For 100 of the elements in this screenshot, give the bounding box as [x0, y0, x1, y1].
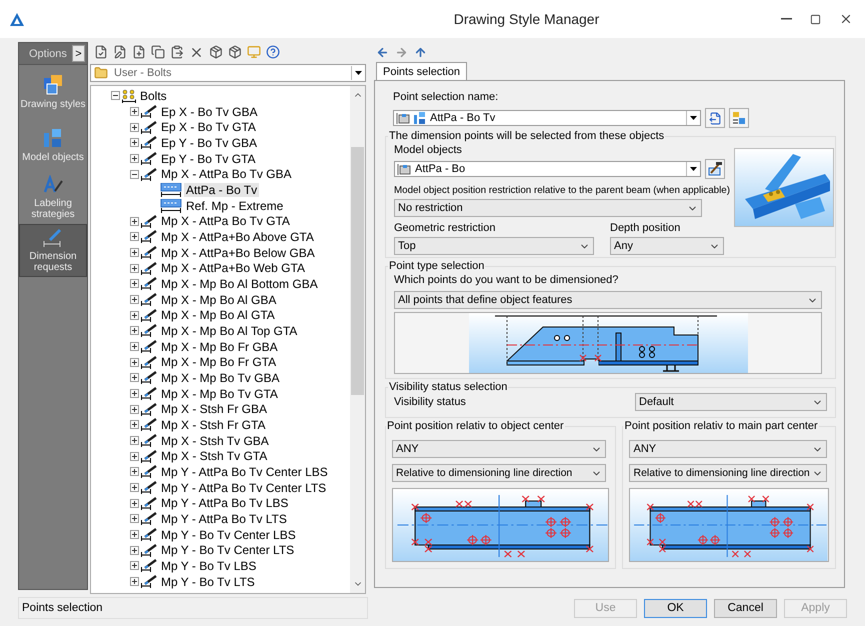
- tree-item[interactable]: Ep X - Bo Tv GBA: [159, 104, 260, 118]
- back-arrow-icon[interactable]: [376, 46, 389, 58]
- dropdown-arrow-icon[interactable]: [686, 111, 700, 125]
- tree-item[interactable]: Mp X - Mp Bo Tv GBA: [159, 370, 282, 385]
- expand-toggle[interactable]: [130, 561, 139, 570]
- tree-item[interactable]: Ep Y - Bo Tv GTA: [159, 152, 258, 166]
- tree-item[interactable]: AttPa - Bo Tv: [184, 182, 260, 197]
- tree-item[interactable]: Mp Y - Bo Tv LTS: [159, 574, 257, 589]
- expand-toggle[interactable]: [130, 467, 139, 476]
- model-objects-combo[interactable]: AttPa - Bo: [394, 161, 701, 177]
- tree-item[interactable]: Mp Y - Bo Tv Center LTS: [159, 543, 296, 558]
- expand-toggle[interactable]: [130, 264, 139, 273]
- expand-toggle[interactable]: [130, 295, 139, 304]
- expand-toggle[interactable]: [130, 546, 139, 555]
- expand-toggle[interactable]: [130, 107, 139, 116]
- scrollbar[interactable]: [350, 86, 365, 593]
- geometric-restriction-dropdown[interactable]: Top: [394, 237, 594, 255]
- check-document-icon[interactable]: [94, 45, 108, 59]
- folder-combo[interactable]: User - Bolts: [90, 64, 366, 82]
- expand-toggle[interactable]: [130, 577, 139, 586]
- tree-item[interactable]: Mp Y - Bo Tv Center LBS: [159, 528, 298, 542]
- dropdown-arrow-icon[interactable]: [686, 162, 700, 176]
- save-as-button[interactable]: [705, 108, 725, 128]
- expand-toggle[interactable]: [130, 404, 139, 414]
- expand-toggle[interactable]: [130, 310, 139, 320]
- expand-toggle[interactable]: [130, 389, 139, 398]
- expand-toggle[interactable]: [130, 216, 139, 226]
- sidebar-item[interactable]: Model objects: [19, 118, 87, 171]
- position-dropdown[interactable]: ANY: [392, 440, 606, 458]
- tree-item[interactable]: Mp X - Mp Bo Fr GTA: [159, 355, 278, 370]
- tree-item[interactable]: Mp X - AttPa+Bo Above GTA: [159, 230, 316, 244]
- tree-item[interactable]: Mp Y - AttPa Bo Tv LTS: [159, 512, 289, 526]
- tree-item[interactable]: Ep Y - Bo Tv GBA: [159, 136, 260, 150]
- tree-item[interactable]: Mp X - AttPa+Bo Web GTA: [159, 261, 307, 276]
- sidebar-item[interactable]: Dimension requests: [19, 224, 87, 277]
- collapse-toggle[interactable]: [130, 170, 139, 179]
- paste-icon[interactable]: [170, 45, 184, 59]
- name-combo[interactable]: AttPa - Bo Tv: [393, 110, 701, 126]
- tree-item[interactable]: Mp X - Stsh Fr GBA: [159, 402, 270, 416]
- expand-toggle[interactable]: [130, 420, 139, 430]
- tree-item[interactable]: Mp Y - AttPa Bo Tv Center LTS: [159, 480, 328, 495]
- expand-toggle[interactable]: [130, 530, 139, 540]
- tree-item[interactable]: Ep X - Bo Tv GTA: [159, 120, 258, 134]
- position-dropdown[interactable]: ANY: [629, 440, 828, 458]
- expand-toggle[interactable]: [130, 483, 139, 492]
- tree-item[interactable]: Mp X - Mp Bo Al GTA: [159, 308, 277, 322]
- tree-item[interactable]: Mp X - AttPa+Bo Below GBA: [159, 246, 317, 260]
- expand-toggle[interactable]: [130, 279, 139, 288]
- package-icon[interactable]: [209, 45, 223, 59]
- up-arrow-icon[interactable]: [414, 46, 427, 58]
- expand-toggle[interactable]: [130, 138, 139, 148]
- dialog-button[interactable]: Cancel: [714, 598, 777, 618]
- expand-toggle[interactable]: [130, 514, 139, 524]
- expand-toggle[interactable]: [130, 373, 139, 382]
- tree-item[interactable]: Mp Y - AttPa Bo Tv LBS: [159, 496, 290, 510]
- expand-toggle[interactable]: [130, 248, 139, 258]
- expand-toggle[interactable]: [130, 154, 139, 164]
- sidebar-item[interactable]: Labeling strategies: [19, 171, 87, 224]
- tree-item[interactable]: Bolts: [138, 88, 169, 103]
- expand-toggle[interactable]: [130, 452, 139, 461]
- expand-toggle[interactable]: [130, 498, 139, 508]
- copy-icon[interactable]: [151, 45, 165, 59]
- expand-toggle[interactable]: [130, 358, 139, 367]
- dropdown-arrow-icon[interactable]: [351, 66, 365, 80]
- depth-position-dropdown[interactable]: Any: [610, 237, 724, 255]
- tree-item[interactable]: Mp X - Mp Bo Al Bottom GBA: [159, 276, 320, 291]
- tree-item[interactable]: Mp X - Stsh Fr GTA: [159, 418, 268, 432]
- reference-dropdown[interactable]: Relative to dimensioning line direction: [629, 464, 828, 482]
- expand-toggle[interactable]: [130, 342, 139, 352]
- tree-item[interactable]: Mp Y - AttPa Bo Tv Center LBS: [159, 464, 330, 479]
- rename-button[interactable]: [729, 108, 749, 128]
- tree-item[interactable]: Mp X - Stsh Tv GTA: [159, 449, 270, 464]
- tree-item[interactable]: Mp X - AttPa Bo Tv GBA: [159, 167, 294, 182]
- tree-item[interactable]: Mp X - Mp Bo Al GBA: [159, 292, 278, 307]
- dialog-button[interactable]: OK: [644, 598, 707, 618]
- tree-item[interactable]: Mp X - Mp Bo Al Top GTA: [159, 324, 300, 338]
- expand-toggle[interactable]: [130, 326, 139, 336]
- sidebar-item[interactable]: Drawing styles: [19, 65, 87, 118]
- position-restriction-dropdown[interactable]: No restriction: [394, 199, 702, 217]
- tree-item[interactable]: Mp X - Mp Bo Fr GBA: [159, 340, 280, 354]
- edit-objects-button[interactable]: [705, 159, 725, 179]
- visibility-dropdown[interactable]: Default: [635, 393, 827, 411]
- edit-document-icon[interactable]: [113, 45, 127, 59]
- minimize-button[interactable]: [778, 16, 794, 22]
- tree-item[interactable]: Mp X - Stsh Tv GBA: [159, 434, 271, 448]
- tree-item[interactable]: Mp Y - Bo Tv LBS: [159, 558, 258, 573]
- reference-dropdown[interactable]: Relative to dimensioning line direction: [392, 464, 606, 482]
- expand-button[interactable]: >: [72, 45, 85, 62]
- help-icon[interactable]: [266, 45, 280, 59]
- tree-item[interactable]: Mp X - AttPa Bo Tv GTA: [159, 214, 292, 228]
- expand-toggle[interactable]: [130, 232, 139, 242]
- expand-toggle[interactable]: [130, 122, 139, 132]
- collapse-toggle[interactable]: [111, 91, 120, 100]
- expand-toggle[interactable]: [130, 436, 139, 446]
- point-type-dropdown[interactable]: All points that define object features: [394, 291, 822, 309]
- tree-item[interactable]: Ref. Mp - Extreme: [184, 198, 286, 213]
- tree-item[interactable]: Mp X - Mp Bo Tv GTA: [159, 386, 280, 401]
- package-icon[interactable]: [228, 45, 242, 59]
- new-document-icon[interactable]: [132, 45, 146, 59]
- tab[interactable]: Points selection: [376, 62, 468, 80]
